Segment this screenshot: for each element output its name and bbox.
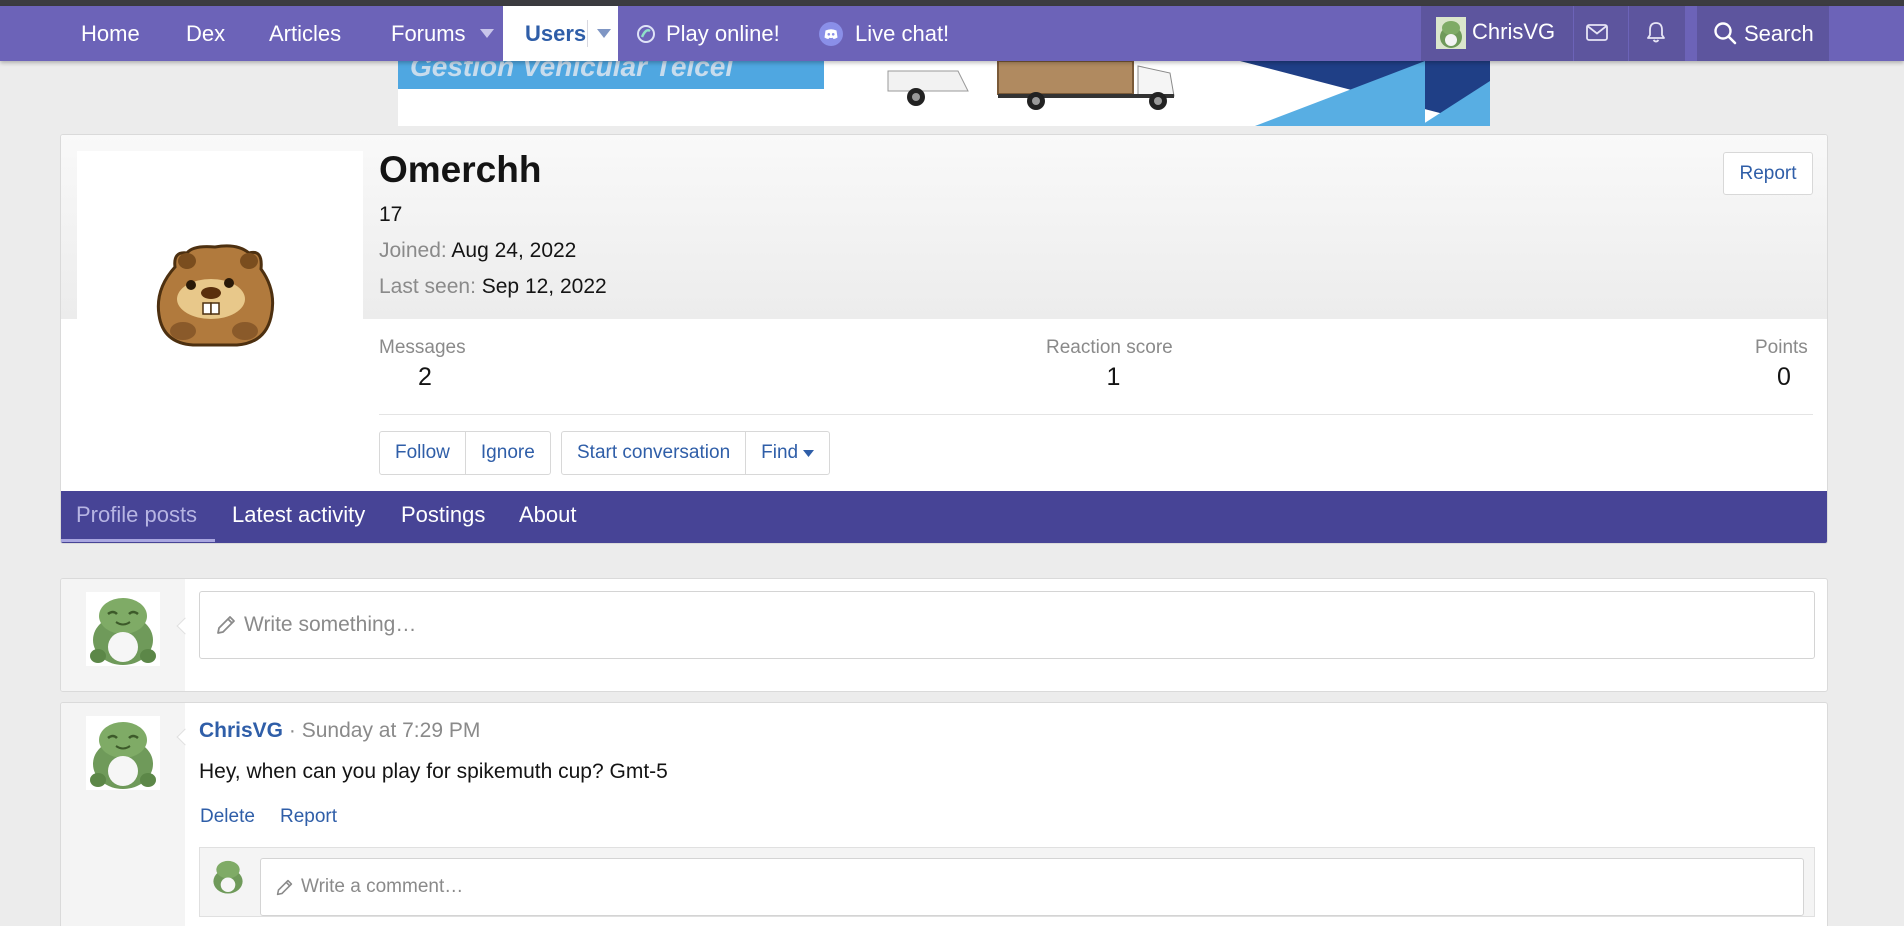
nav-forums[interactable]: Forums: [391, 6, 466, 61]
stat-reaction-score-value[interactable]: 1: [1046, 363, 1181, 392]
ignore-button[interactable]: Ignore: [464, 432, 550, 474]
ad-banner-text: Gestión Vehicular Telcel: [410, 61, 734, 82]
discord-icon: [819, 6, 843, 61]
post-body: Hey, when can you play for spikemuth cup…: [199, 760, 668, 783]
member-joined: Joined: Aug 24, 2022: [379, 239, 576, 263]
stat-messages-value[interactable]: 2: [379, 363, 471, 392]
comment-avatar: [210, 858, 246, 894]
stat-reaction-score-label: Reaction score: [1046, 337, 1173, 358]
member-header: Omerchh 17 Joined: Aug 24, 2022 Last see…: [60, 134, 1828, 544]
conversation-find-group: Start conversation Find: [561, 431, 831, 475]
envelope-icon[interactable]: [1586, 6, 1608, 58]
find-caret-down-icon[interactable]: [803, 449, 815, 457]
profile-post: ChrisVG · Sunday at 7:29 PM Hey, when ca…: [60, 702, 1828, 926]
users-caret-down-icon[interactable]: [589, 6, 618, 61]
tab-latest-activity[interactable]: Latest activity: [232, 491, 365, 543]
forums-caret-down-icon[interactable]: [474, 6, 500, 61]
write-something-placeholder: Write something…: [244, 613, 417, 636]
last-seen-value: Sep 12, 2022: [481, 275, 607, 298]
nav-users-divider: [587, 20, 588, 47]
account-divider-2: [1628, 6, 1629, 61]
nav-play-online[interactable]: Play online!: [666, 6, 780, 61]
search-button[interactable]: Search: [1697, 6, 1829, 61]
ad-banner-strip: Gestión Vehicular Telcel: [398, 61, 824, 89]
tab-active-indicator: [61, 539, 215, 542]
last-seen-label: Last seen:: [379, 275, 476, 298]
tab-postings[interactable]: Postings: [401, 491, 485, 543]
pencil-icon: [275, 878, 294, 897]
search-label[interactable]: Search: [1744, 6, 1814, 61]
find-menu-button[interactable]: Find: [745, 432, 829, 474]
account-username[interactable]: ChrisVG: [1472, 6, 1555, 58]
bell-icon[interactable]: [1646, 6, 1666, 58]
stat-messages-label: Messages: [379, 337, 466, 358]
nav-home[interactable]: Home: [81, 6, 140, 61]
profile-tabs: Profile posts Latest activity Postings A…: [61, 491, 1827, 543]
account-avatar[interactable]: [1436, 17, 1466, 49]
follow-button[interactable]: Follow: [380, 432, 465, 474]
pencil-icon: [215, 614, 237, 636]
stats-divider: [379, 414, 1813, 415]
nav-users-label[interactable]: Users: [525, 6, 586, 61]
account-box: ChrisVG: [1421, 6, 1685, 61]
post-timestamp[interactable]: Sunday at 7:29 PM: [302, 719, 481, 742]
follow-ignore-group: Follow Ignore: [379, 431, 551, 475]
member-user-title: 17: [379, 203, 403, 226]
delete-post-link[interactable]: Delete: [200, 806, 255, 828]
member-last-seen: Last seen: Sep 12, 2022: [379, 275, 607, 299]
post-author-link[interactable]: ChrisVG: [199, 719, 283, 742]
search-icon: [1713, 21, 1737, 45]
joined-value: Aug 24, 2022: [451, 239, 577, 262]
start-conversation-button[interactable]: Start conversation: [562, 432, 745, 474]
stat-points-value[interactable]: 0: [1755, 363, 1813, 392]
comment-area: Write a comment…: [199, 847, 1815, 917]
account-divider: [1573, 6, 1574, 61]
profile-post-form: Write something…: [60, 578, 1828, 692]
find-label[interactable]: Find: [761, 432, 798, 474]
write-comment-input[interactable]: Write a comment…: [260, 858, 1804, 916]
ad-banner-shape: [1255, 61, 1425, 126]
nav-dex[interactable]: Dex: [186, 6, 225, 61]
tab-profile-posts[interactable]: Profile posts: [76, 491, 197, 543]
ad-banner-shape: [1420, 81, 1490, 126]
post-header: ChrisVG · Sunday at 7:29 PM: [199, 719, 480, 743]
member-username: Omerchh: [379, 149, 542, 190]
write-comment-placeholder: Write a comment…: [301, 876, 464, 897]
main-navbar: Home Dex Articles Forums Users Play onli…: [0, 6, 1904, 61]
report-post-link[interactable]: Report: [280, 806, 337, 828]
joined-label: Joined:: [379, 239, 447, 262]
nav-articles[interactable]: Articles: [269, 6, 341, 61]
member-avatar[interactable]: [77, 151, 363, 419]
post-form-avatar[interactable]: [86, 592, 160, 666]
ad-banner[interactable]: Gestión Vehicular Telcel: [398, 61, 1490, 126]
post-separator: ·: [288, 719, 296, 742]
tab-about[interactable]: About: [519, 491, 577, 543]
nav-users[interactable]: Users: [503, 6, 618, 61]
post-author-avatar[interactable]: [86, 716, 160, 790]
stat-points-label: Points: [1755, 337, 1808, 358]
report-member-button[interactable]: Report: [1723, 152, 1813, 195]
nav-live-chat[interactable]: Live chat!: [855, 6, 949, 61]
truck-image: [887, 61, 1175, 110]
bulbapedia-icon: [636, 6, 656, 61]
write-something-input[interactable]: Write something…: [199, 591, 1815, 659]
